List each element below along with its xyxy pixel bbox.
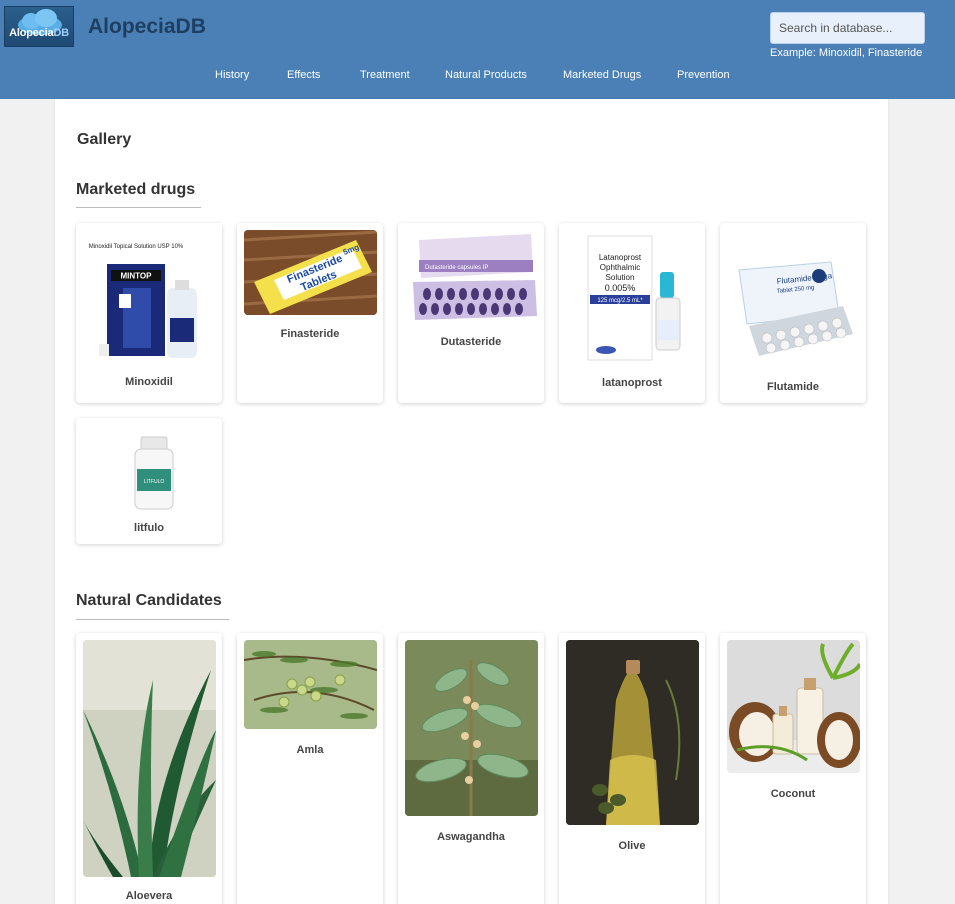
- card-label: Aswagandha: [437, 831, 505, 843]
- litfulo-image: LITFULO: [83, 425, 216, 513]
- card-label: Aloevera: [125, 890, 173, 902]
- card-label: Olive: [618, 840, 646, 852]
- card-dutasteride[interactable]: Dutasteride capsules IP Dutasteride: [398, 223, 544, 403]
- nav-treatment[interactable]: Treatment: [360, 69, 410, 85]
- coconut-image: [727, 640, 860, 773]
- nav-history[interactable]: History: [215, 69, 249, 85]
- card-label: latanoprost: [602, 377, 662, 389]
- card-flutamide[interactable]: Flutamide Vega Tablet 250 mg Flutamide: [720, 223, 866, 403]
- nav-marketed-drugs[interactable]: Marketed Drugs: [563, 69, 641, 85]
- amla-image: [244, 640, 377, 729]
- section-title-marketed: Marketed drugs: [76, 181, 196, 198]
- card-label: Dutasteride: [440, 336, 502, 348]
- section-title-natural: Natural Candidates: [76, 592, 222, 609]
- latanoprost-text-4: 0.005%: [605, 283, 636, 293]
- aswagandha-image: [405, 640, 538, 816]
- litfulo-bottle-text: LITFULO: [144, 479, 165, 485]
- dutasteride-box-text: Dutasteride capsules IP: [425, 265, 488, 271]
- site-logo[interactable]: AlopeciaDB: [4, 6, 74, 47]
- site-header: AlopeciaDB AlopeciaDB Example: Minoxidil…: [0, 0, 955, 99]
- dutasteride-image: Dutasteride capsules IP: [405, 230, 538, 322]
- latanoprost-text-5: 125 mcg/2.5 mL*: [597, 298, 643, 304]
- card-label: Finasteride: [280, 328, 340, 340]
- minoxidil-box-brand: MINTOP: [121, 272, 153, 281]
- card-label: Coconut: [770, 788, 816, 800]
- latanoprost-text-3: Solution: [606, 273, 635, 282]
- minoxidil-box-text: Minoxidil Topical Solution USP 10%: [89, 244, 184, 250]
- card-litfulo[interactable]: LITFULO litfulo: [76, 418, 222, 544]
- latanoprost-image: Latanoprost Ophthalmic Solution 0.005% 1…: [566, 230, 699, 364]
- card-olive[interactable]: Olive: [559, 633, 705, 904]
- latanoprost-text-1: Latanoprost: [599, 253, 642, 262]
- section-divider: [76, 619, 229, 620]
- card-amla[interactable]: Amla: [237, 633, 383, 904]
- page-title: Gallery: [77, 131, 132, 148]
- nav-effects[interactable]: Effects: [287, 69, 320, 85]
- card-aswagandha[interactable]: Aswagandha: [398, 633, 544, 904]
- logo-wordmark: AlopeciaDB: [9, 27, 69, 39]
- aloevera-image: [83, 640, 216, 877]
- card-label: litfulo: [134, 522, 164, 534]
- card-coconut[interactable]: Coconut: [720, 633, 866, 904]
- card-label: Minoxidil: [125, 376, 173, 388]
- card-finasteride[interactable]: Finasteride Tablets 5mg Finasteride: [237, 223, 383, 403]
- card-latanoprost[interactable]: Latanoprost Ophthalmic Solution 0.005% 1…: [559, 223, 705, 403]
- card-label: Flutamide: [767, 381, 819, 393]
- card-label: Amla: [296, 744, 324, 756]
- card-minoxidil[interactable]: Minoxidil Topical Solution USP 10% MINTO…: [76, 223, 222, 403]
- latanoprost-text-2: Ophthalmic: [600, 263, 640, 272]
- search-input[interactable]: [770, 12, 925, 44]
- olive-image: [566, 640, 699, 825]
- flutamide-image: Flutamide Vega Tablet 250 mg: [727, 230, 860, 364]
- nav-prevention[interactable]: Prevention: [677, 69, 730, 85]
- nav-natural-products[interactable]: Natural Products: [445, 69, 527, 85]
- site-title[interactable]: AlopeciaDB: [88, 15, 206, 39]
- section-divider: [76, 207, 201, 208]
- search-example-hint: Example: Minoxidil, Finasteride: [770, 47, 923, 59]
- minoxidil-image: Minoxidil Topical Solution USP 10% MINTO…: [83, 230, 216, 364]
- card-aloevera[interactable]: Aloevera: [76, 633, 222, 904]
- finasteride-image: Finasteride Tablets 5mg: [244, 230, 377, 315]
